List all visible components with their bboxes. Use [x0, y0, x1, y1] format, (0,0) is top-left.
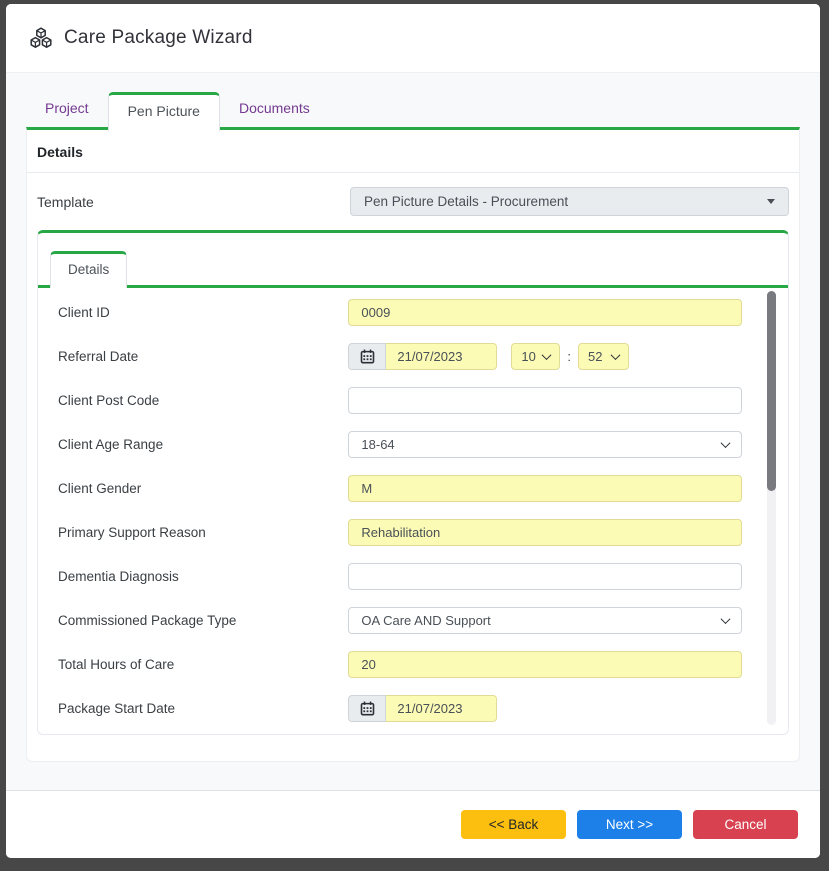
tab-project[interactable]: Project	[26, 90, 108, 128]
field-control-total-hours-of-care: 20	[348, 651, 742, 678]
inner-tab-details[interactable]: Details	[50, 251, 127, 288]
pen-picture-panel: Details Template Pen Picture Details - P…	[26, 127, 800, 762]
date-value: 21/07/2023	[397, 349, 462, 364]
form-scroll-area: Client ID 0009 Referral Date 21/07/2023 10:…	[38, 285, 788, 732]
select-value: 18-64	[361, 437, 394, 452]
chevron-down-icon	[721, 614, 731, 624]
date-value: 21/07/2023	[397, 701, 462, 716]
form-row: Client ID 0009	[58, 290, 742, 334]
form-row: Package Start Date 21/07/2023	[58, 686, 742, 730]
tab-bar: Project Pen Picture Documents	[6, 72, 820, 127]
hour-value: 10	[521, 349, 535, 364]
field-label-client-gender: Client Gender	[58, 481, 348, 496]
calendar-icon	[360, 701, 375, 716]
input-value: Rehabilitation	[361, 525, 440, 540]
tab-content-background: Details Template Pen Picture Details - P…	[6, 127, 820, 791]
back-button[interactable]: << Back	[461, 810, 566, 839]
field-label-dementia-diagnosis: Dementia Diagnosis	[58, 569, 348, 584]
field-control-client-gender: M	[348, 475, 742, 502]
chevron-down-icon	[542, 350, 552, 360]
input-value: 20	[361, 657, 375, 672]
chevron-down-icon	[721, 438, 731, 448]
input-value: M	[361, 481, 372, 496]
cancel-button[interactable]: Cancel	[693, 810, 798, 839]
tab-pen-picture[interactable]: Pen Picture	[108, 92, 220, 131]
field-label-client-id: Client ID	[58, 305, 348, 320]
referral-date-minute-select[interactable]: 52	[578, 343, 629, 370]
form-row: Client Post Code	[58, 378, 742, 422]
field-label-primary-support-reason: Primary Support Reason	[58, 525, 348, 540]
dementia-diagnosis-input[interactable]	[348, 563, 742, 590]
field-control-primary-support-reason: Rehabilitation	[348, 519, 742, 546]
form-row: Primary Support Reason Rehabilitation	[58, 510, 742, 554]
package-start-date-date-input[interactable]: 21/07/2023	[386, 695, 497, 722]
form-row: Referral Date 21/07/2023 10: 52	[58, 334, 742, 378]
total-hours-of-care-input[interactable]: 20	[348, 651, 742, 678]
calendar-button[interactable]	[348, 343, 386, 370]
referral-date-hour-select[interactable]: 10	[511, 343, 560, 370]
scrollbar-thumb[interactable]	[767, 291, 776, 491]
field-label-package-start-date: Package Start Date	[58, 701, 348, 716]
form-row: Total Hours of Care 20	[58, 642, 742, 686]
page-title: Care Package Wizard	[64, 27, 253, 49]
form-row: Client Age Range 18-64	[58, 422, 742, 466]
field-label-client-age-range: Client Age Range	[58, 437, 348, 452]
primary-support-reason-input[interactable]: Rehabilitation	[348, 519, 742, 546]
client-gender-input[interactable]: M	[348, 475, 742, 502]
select-value: OA Care AND Support	[361, 613, 490, 628]
time-separator: :	[567, 349, 571, 364]
field-label-commissioned-package-type: Commissioned Package Type	[58, 613, 348, 628]
dialog-footer: << Back Next >> Cancel	[6, 791, 820, 858]
field-control-package-start-date: 21/07/2023	[348, 695, 742, 722]
form-row: Client Gender M	[58, 466, 742, 510]
form-row: Dementia Diagnosis	[58, 554, 742, 598]
commissioned-package-type-select[interactable]: OA Care AND Support	[348, 607, 742, 634]
field-control-client-age-range: 18-64	[348, 431, 742, 458]
calendar-icon	[360, 349, 375, 364]
field-control-commissioned-package-type: OA Care AND Support	[348, 607, 742, 634]
next-button[interactable]: Next >>	[577, 810, 682, 839]
field-control-referral-date: 21/07/2023 10: 52	[348, 343, 742, 370]
field-control-client-post-code	[348, 387, 742, 414]
package-start-date-date-group: 21/07/2023	[348, 695, 497, 722]
input-value: 0009	[361, 305, 390, 320]
section-heading: Details	[27, 130, 799, 173]
field-control-dementia-diagnosis	[348, 563, 742, 590]
inner-tab-bar: Details	[38, 233, 788, 285]
wizard-dialog: Care Package Wizard Project Pen Picture …	[6, 4, 820, 858]
client-age-range-select[interactable]: 18-64	[348, 431, 742, 458]
minute-value: 52	[588, 349, 602, 364]
referral-date-date-group: 21/07/2023 10: 52	[348, 343, 629, 370]
chevron-down-icon	[611, 350, 621, 360]
caret-down-icon	[767, 199, 775, 204]
form-row: Commissioned Package Type OA Care AND Sup…	[58, 598, 742, 642]
field-label-total-hours-of-care: Total Hours of Care	[58, 657, 348, 672]
tab-documents[interactable]: Documents	[220, 90, 329, 128]
form-rows: Client ID 0009 Referral Date 21/07/2023 10:…	[38, 288, 788, 732]
referral-date-date-input[interactable]: 21/07/2023	[386, 343, 497, 370]
template-row: Template Pen Picture Details - Procureme…	[27, 173, 799, 230]
scrollbar-track[interactable]	[767, 291, 776, 725]
details-sub-panel: Details Client ID 0009 Referral Date 21/07…	[37, 230, 789, 735]
field-control-client-id: 0009	[348, 299, 742, 326]
cubes-icon	[28, 27, 54, 49]
field-label-referral-date: Referral Date	[58, 349, 348, 364]
client-post-code-input[interactable]	[348, 387, 742, 414]
template-label: Template	[37, 194, 350, 210]
template-dropdown[interactable]: Pen Picture Details - Procurement	[350, 187, 789, 216]
field-label-client-post-code: Client Post Code	[58, 393, 348, 408]
dialog-header: Care Package Wizard	[6, 4, 820, 72]
template-dropdown-value: Pen Picture Details - Procurement	[364, 194, 568, 209]
calendar-button[interactable]	[348, 695, 386, 722]
client-id-input[interactable]: 0009	[348, 299, 742, 326]
